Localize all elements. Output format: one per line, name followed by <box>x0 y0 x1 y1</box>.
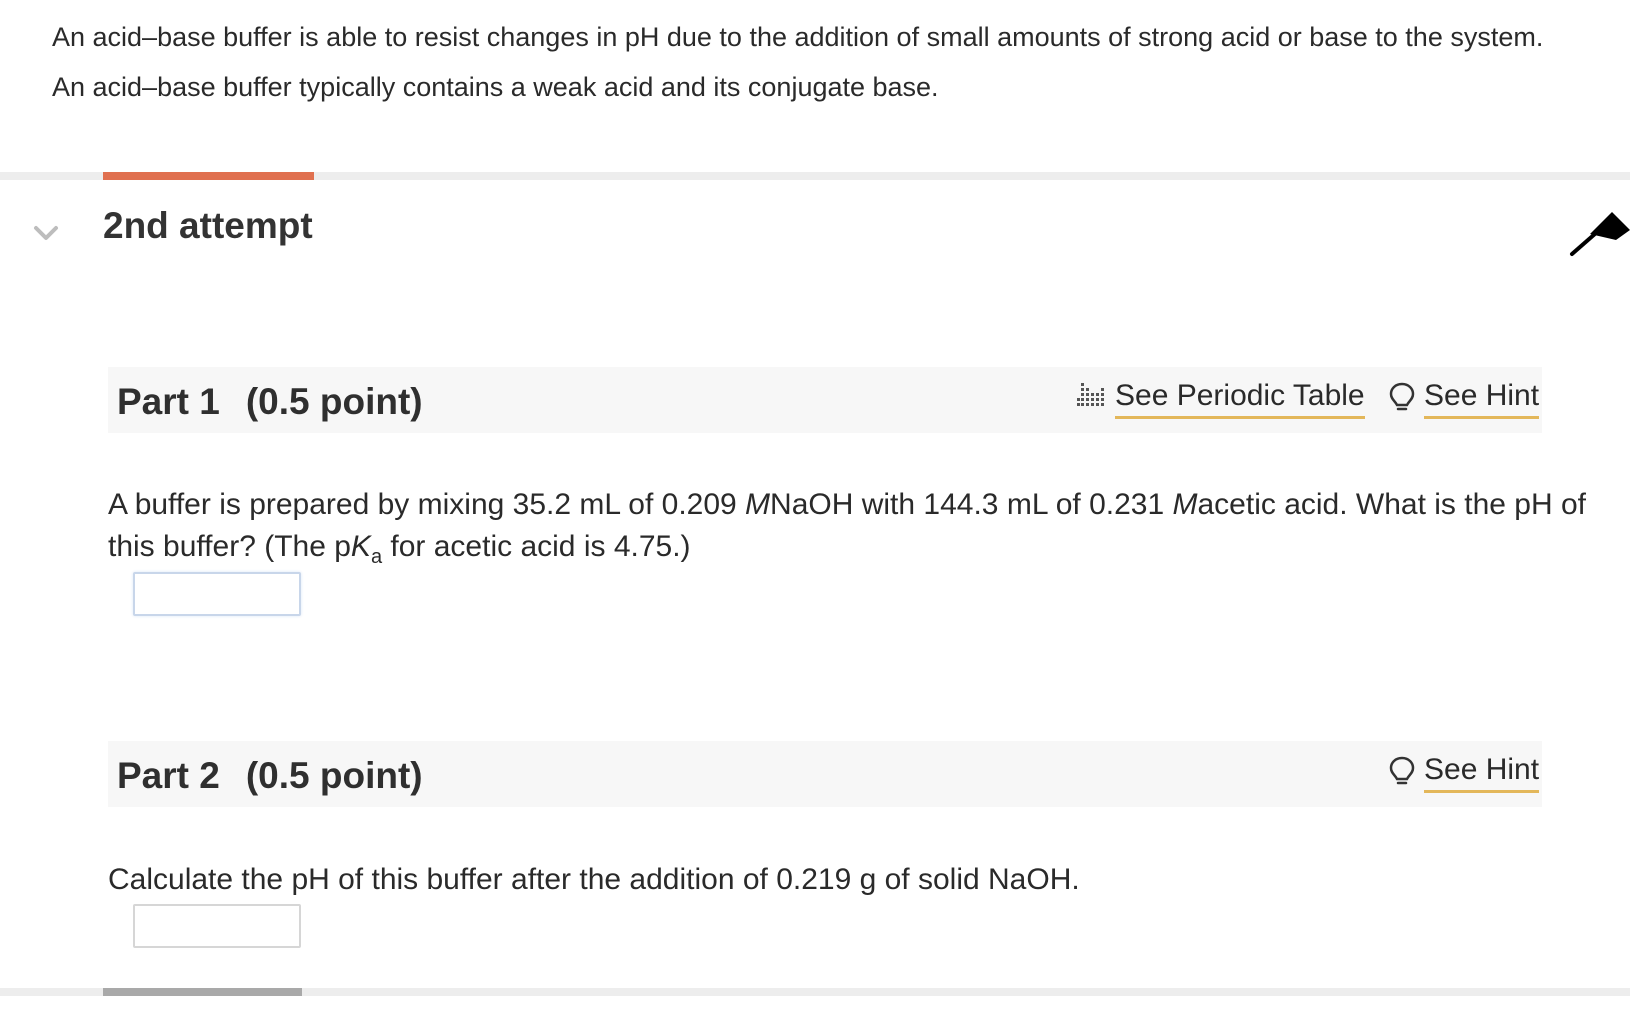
chevron-down-icon[interactable] <box>31 218 61 248</box>
ka-symbol: K <box>350 530 371 563</box>
attempt-progress-indicator <box>103 172 314 180</box>
part-1-header: Part 1 (0.5 point) See Periodic Table See… <box>108 367 1542 433</box>
part-2-label: Part 2 <box>117 755 220 796</box>
molarity-symbol: M <box>1172 488 1198 521</box>
part-1-question: A buffer is prepared by mixing 35.2 mL o… <box>108 484 1588 578</box>
intro-line-2: An acid–base buffer typically contains a… <box>52 72 939 102</box>
part-1-label: Part 1 <box>117 381 220 422</box>
part-2-see-hint-label[interactable]: See Hint <box>1424 751 1540 793</box>
intro-text: An acid–base buffer is able to resist ch… <box>52 12 1612 112</box>
intro-line-1: An acid–base buffer is able to resist ch… <box>52 22 1544 52</box>
part-2-see-hint-link[interactable]: See Hint <box>1388 751 1540 795</box>
part-1-title: Part 1 (0.5 point) <box>117 381 423 423</box>
part-2-title: Part 2 (0.5 point) <box>117 755 423 797</box>
part-1-question-text: for acetic acid is 4.75.) <box>382 530 691 563</box>
page: An acid–base buffer is able to resist ch… <box>0 0 1630 1020</box>
part-2-question: Calculate the pH of this buffer after th… <box>108 863 1080 896</box>
part-2-header: Part 2 (0.5 point) See Hint <box>108 741 1542 807</box>
part-2-answer-input[interactable] <box>133 904 301 948</box>
lightbulb-icon <box>1389 756 1415 785</box>
part-1-question-text: NaOH with 144.3 mL of 0.231 <box>770 488 1173 521</box>
part-2-points: (0.5 point) <box>245 755 423 796</box>
attempt-title: 2nd attempt <box>103 205 313 246</box>
part-1-question-text: A buffer is prepared by mixing 35.2 mL o… <box>108 488 746 521</box>
part-1-points: (0.5 point) <box>245 381 423 422</box>
pin-icon[interactable] <box>1568 208 1630 258</box>
part-1-see-hint-link[interactable]: See Hint <box>1388 377 1540 421</box>
see-periodic-table-label[interactable]: See Periodic Table <box>1115 377 1365 419</box>
next-attempt-progress-indicator <box>103 988 302 996</box>
ka-subscript: a <box>370 546 383 568</box>
periodic-table-icon <box>1077 383 1104 406</box>
lightbulb-icon <box>1389 382 1415 411</box>
see-periodic-table-link[interactable]: See Periodic Table <box>1077 377 1365 421</box>
molarity-symbol: M <box>745 488 771 521</box>
part-1-answer-input[interactable] <box>133 572 301 616</box>
part-1-see-hint-label[interactable]: See Hint <box>1424 377 1540 419</box>
